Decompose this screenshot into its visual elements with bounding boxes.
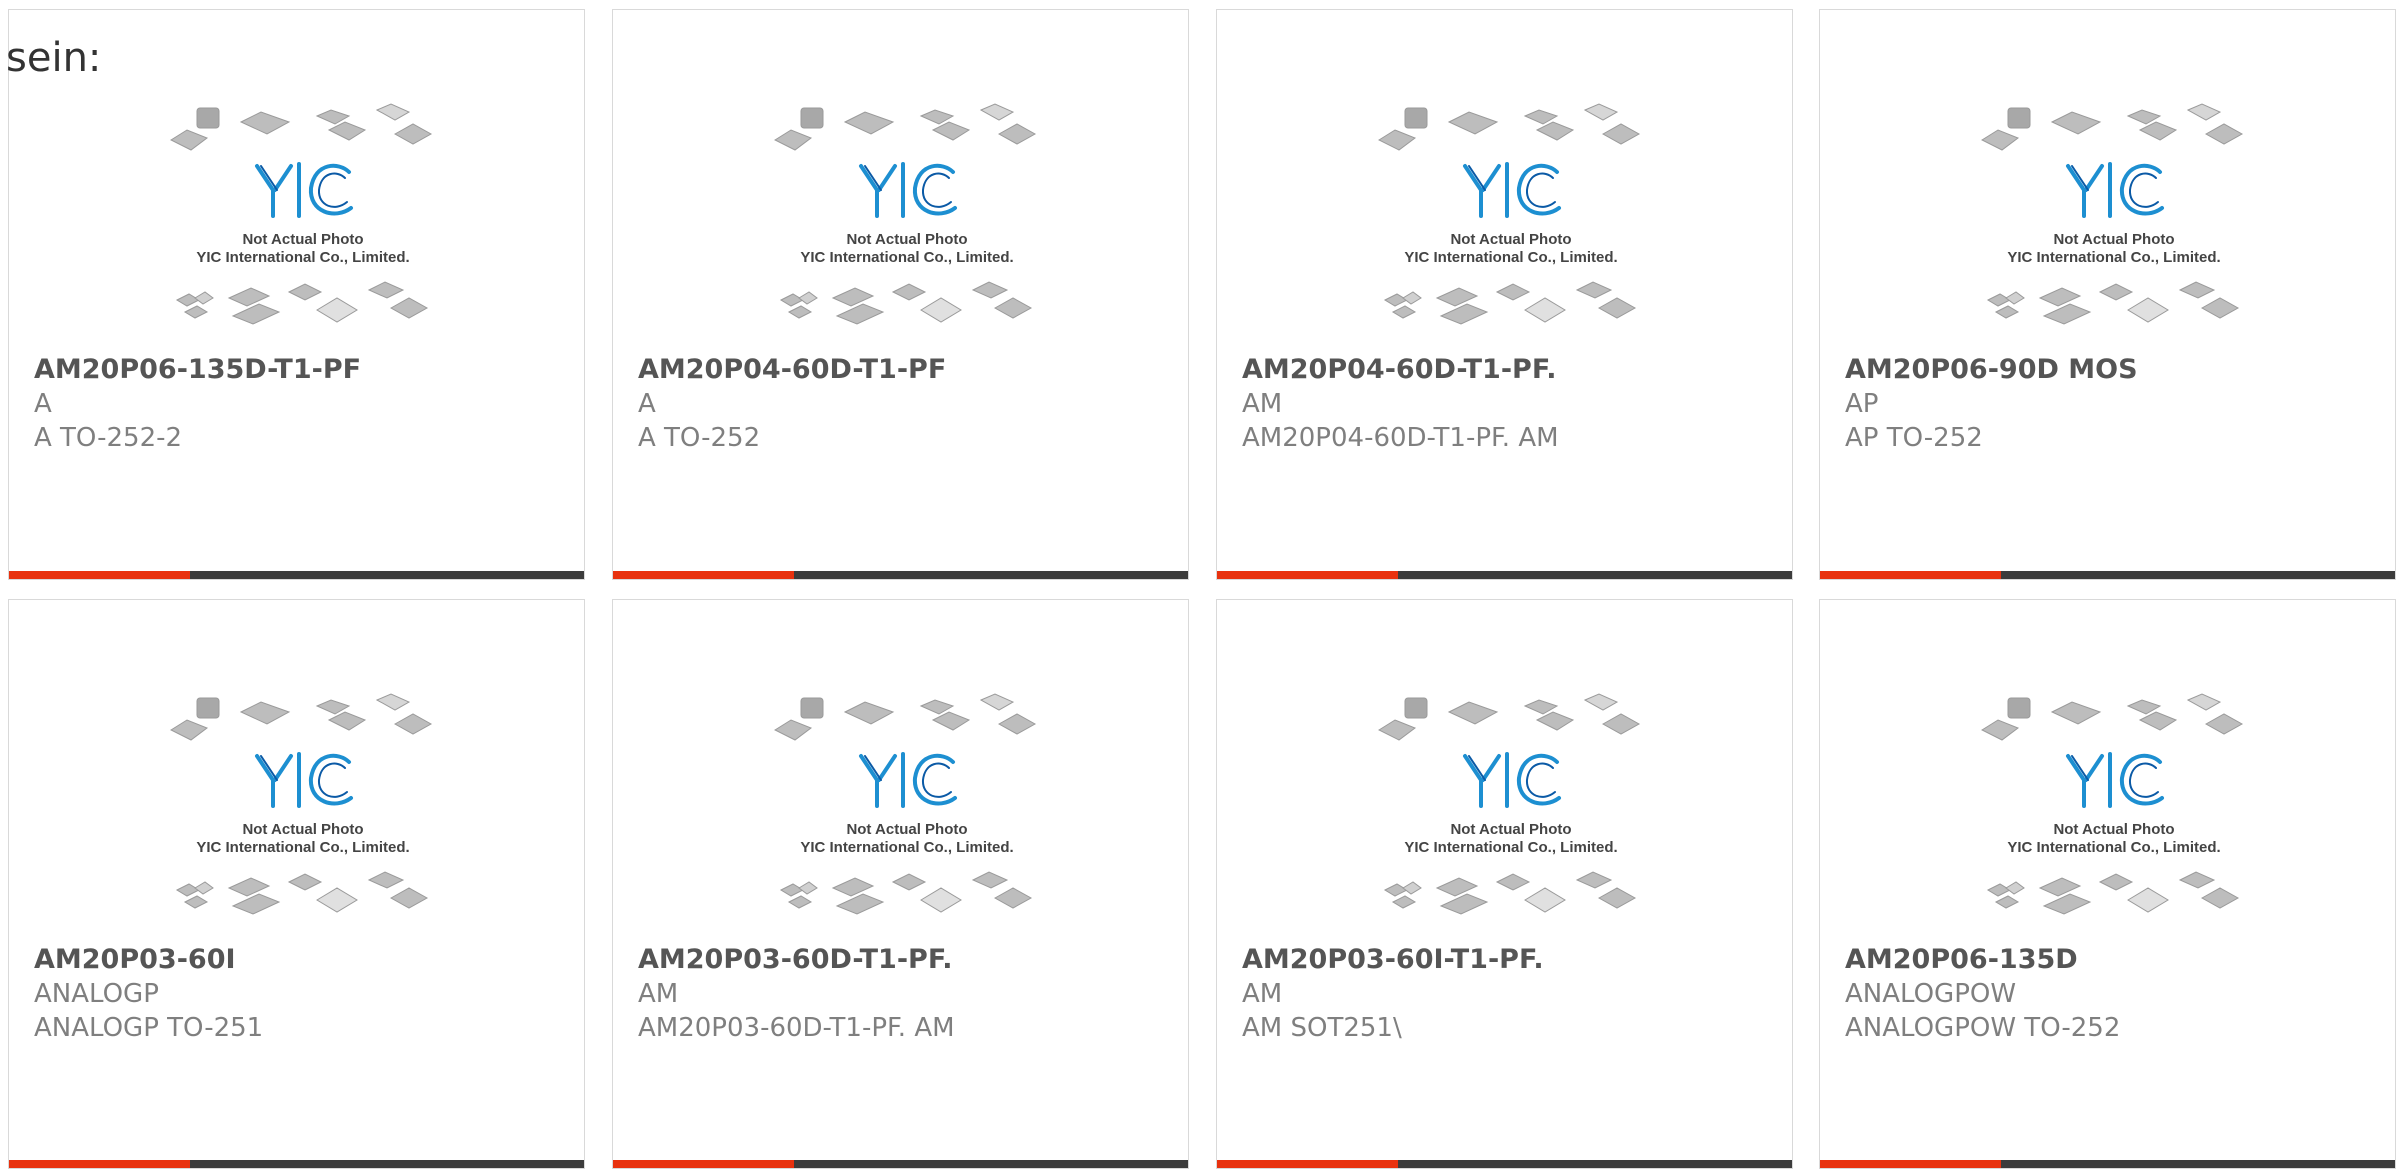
product-card[interactable]: Not Actual Photo YIC International Co., … xyxy=(8,599,585,1169)
placeholder-caption-2: YIC International Co., Limited. xyxy=(1404,839,1617,856)
product-name[interactable]: AM20P03-60I-T1-PF. xyxy=(1242,944,1544,975)
card-accent-bar-fill xyxy=(9,571,191,579)
product-name[interactable]: AM20P04-60D-T1-PF. xyxy=(1242,354,1557,385)
product-manufacturer: AM xyxy=(1242,979,1283,1009)
placeholder-caption-2: YIC International Co., Limited. xyxy=(2007,249,2220,266)
product-card[interactable]: Not Actual Photo YIC International Co., … xyxy=(612,9,1189,580)
placeholder-caption-1: Not Actual Photo xyxy=(1450,821,1571,838)
placeholder-caption-1: Not Actual Photo xyxy=(2053,821,2174,838)
card-accent-bar-fill xyxy=(613,1160,795,1168)
product-placeholder-image: Not Actual Photo YIC International Co., … xyxy=(1377,692,1645,942)
product-name[interactable]: AM20P06-135D xyxy=(1845,944,2078,975)
card-accent-bar-fill xyxy=(9,1160,191,1168)
placeholder-caption-1: Not Actual Photo xyxy=(2053,231,2174,248)
product-manufacturer: ANALOGPOW xyxy=(1845,979,2017,1009)
product-description: AM20P03-60D-T1-PF. AM xyxy=(638,1013,955,1043)
placeholder-caption-1: Not Actual Photo xyxy=(846,231,967,248)
card-accent-bar xyxy=(1820,571,2395,579)
product-placeholder-image: Not Actual Photo YIC International Co., … xyxy=(1980,692,2248,942)
placeholder-caption-2: YIC International Co., Limited. xyxy=(196,249,409,266)
placeholder-caption-2: YIC International Co., Limited. xyxy=(800,249,1013,266)
product-name[interactable]: AM20P04-60D-T1-PF xyxy=(638,354,946,385)
product-description: AM SOT251\ xyxy=(1242,1013,1402,1043)
card-accent-bar xyxy=(1217,1160,1792,1168)
product-placeholder-image: Not Actual Photo YIC International Co., … xyxy=(773,692,1041,942)
card-accent-bar xyxy=(613,571,1188,579)
product-placeholder-image: Not Actual Photo YIC International Co., … xyxy=(773,102,1041,352)
card-accent-bar xyxy=(9,1160,584,1168)
product-manufacturer: ANALOGP xyxy=(34,979,159,1009)
card-accent-bar-fill xyxy=(1820,1160,2002,1168)
card-accent-bar-fill xyxy=(1217,571,1399,579)
placeholder-caption-2: YIC International Co., Limited. xyxy=(196,839,409,856)
product-manufacturer: AM xyxy=(638,979,679,1009)
product-manufacturer: AP xyxy=(1845,389,1879,419)
product-name[interactable]: AM20P03-60I xyxy=(34,944,236,975)
product-description: A TO-252-2 xyxy=(34,423,183,453)
placeholder-caption-1: Not Actual Photo xyxy=(1450,231,1571,248)
product-description: ANALOGPOW TO-252 xyxy=(1845,1013,2121,1043)
product-name[interactable]: AM20P06-90D MOS xyxy=(1845,354,2138,385)
card-accent-bar xyxy=(613,1160,1188,1168)
product-description: AP TO-252 xyxy=(1845,423,1983,453)
product-placeholder-image: Not Actual Photo YIC International Co., … xyxy=(169,692,437,942)
product-manufacturer: AM xyxy=(1242,389,1283,419)
product-card[interactable]: Not Actual Photo YIC International Co., … xyxy=(1216,599,1793,1169)
product-description: A TO-252 xyxy=(638,423,761,453)
product-manufacturer: A xyxy=(34,389,52,419)
product-name[interactable]: AM20P06-135D-T1-PF xyxy=(34,354,361,385)
product-description: AM20P04-60D-T1-PF. AM xyxy=(1242,423,1559,453)
placeholder-caption-2: YIC International Co., Limited. xyxy=(800,839,1013,856)
product-placeholder-image: Not Actual Photo YIC International Co., … xyxy=(1980,102,2248,352)
product-description: ANALOGP TO-251 xyxy=(34,1013,264,1043)
product-card[interactable]: Not Actual Photo YIC International Co., … xyxy=(612,599,1189,1169)
card-accent-bar-fill xyxy=(613,571,795,579)
product-card[interactable]: Not Actual Photo YIC International Co., … xyxy=(1216,9,1793,580)
card-accent-bar-fill xyxy=(1217,1160,1399,1168)
product-name[interactable]: AM20P03-60D-T1-PF. xyxy=(638,944,953,975)
product-placeholder-image: Not Actual Photo YIC International Co., … xyxy=(1377,102,1645,352)
placeholder-caption-1: Not Actual Photo xyxy=(242,821,363,838)
placeholder-caption-2: YIC International Co., Limited. xyxy=(2007,839,2220,856)
product-manufacturer: A xyxy=(638,389,656,419)
product-card[interactable]: Not Actual Photo YIC International Co., … xyxy=(1819,9,2396,580)
product-placeholder-image: Not Actual Photo YIC International Co., … xyxy=(169,102,437,352)
card-accent-bar xyxy=(9,571,584,579)
placeholder-caption-1: Not Actual Photo xyxy=(242,231,363,248)
placeholder-caption-2: YIC International Co., Limited. xyxy=(1404,249,1617,266)
product-card[interactable]: Not Actual Photo YIC International Co., … xyxy=(8,9,585,580)
product-card[interactable]: Not Actual Photo YIC International Co., … xyxy=(1819,599,2396,1169)
card-accent-bar-fill xyxy=(1820,571,2002,579)
intro-text: sein: xyxy=(6,35,102,81)
card-accent-bar xyxy=(1217,571,1792,579)
placeholder-caption-1: Not Actual Photo xyxy=(846,821,967,838)
card-accent-bar xyxy=(1820,1160,2395,1168)
